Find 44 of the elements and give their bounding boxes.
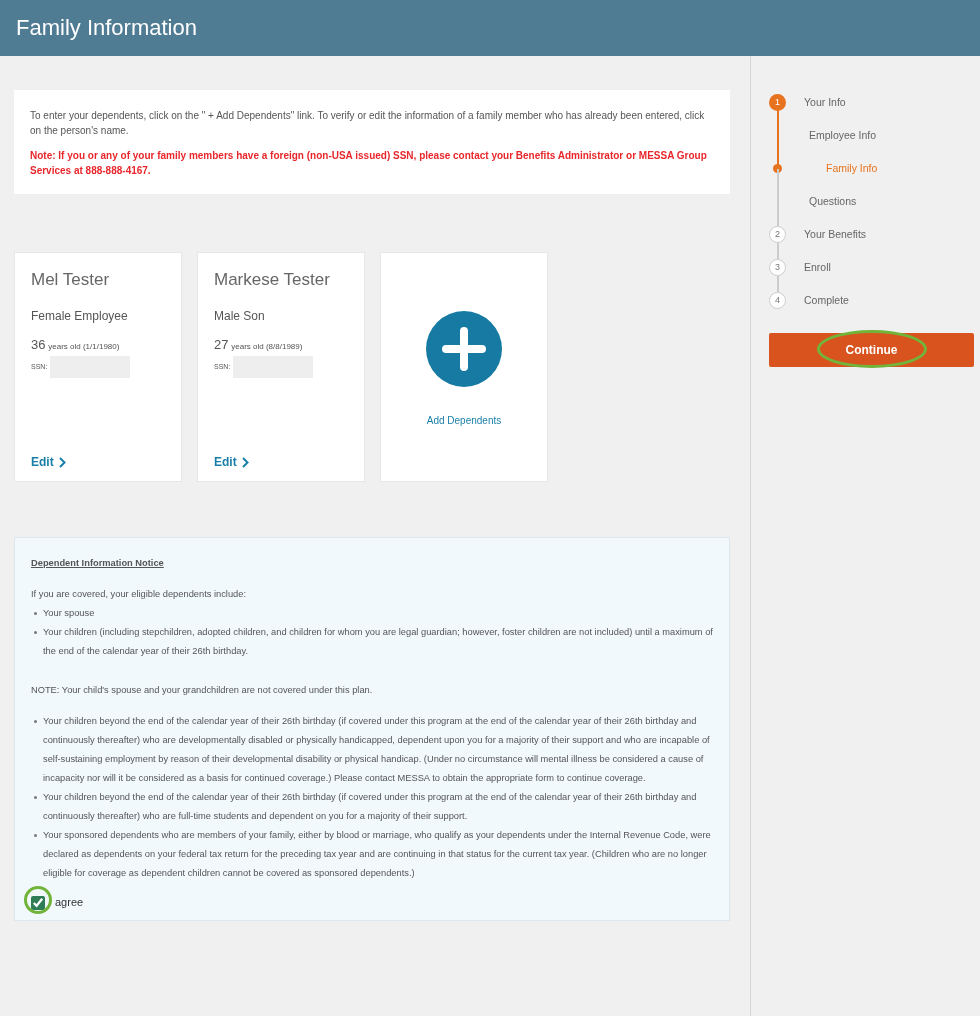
birth-date-text: years old (8/8/1989) <box>231 341 303 351</box>
bullet-text: Your children beyond the end of the calendar year of their 26th birthday (if covered under this program at the end of the calendar year of their 26th birthday and continuously thereafter) who are full-time students and dependent on you for a majority of their support. <box>43 791 698 823</box>
step-label[interactable]: Your Info <box>804 94 846 111</box>
step-number: 1 <box>769 94 786 111</box>
edit-link[interactable]: Edit <box>31 453 66 471</box>
page-title: Family Information <box>16 14 197 42</box>
chevron-icon <box>241 456 249 468</box>
continue-button[interactable]: Continue <box>769 333 974 367</box>
agree-label: agree <box>55 895 84 910</box>
person-name[interactable]: Markese Tester <box>214 267 348 293</box>
relation-text: Male Son <box>214 307 266 325</box>
step-number: 4 <box>769 292 786 309</box>
add-icon[interactable] <box>426 310 502 387</box>
add-dependents-link[interactable]: Add Dependents <box>426 412 502 428</box>
ssn-note: Note: If you or any of your family members have a foreign (non-USA issued) SSN, please contact your Benefits Administrator or MESSA Group Services at 888-888-4167. <box>30 149 708 178</box>
edit-link[interactable]: Edit <box>214 453 249 471</box>
bullet-text: Your children beyond the end of the calendar year of their 26th birthday (if covered under this program at the end of the calendar year of their 26th birthday and continuously thereafter) who are developmentally disabled or physically handicapped, dependent upon you for a majority of their support and who are incapable of self-sustaining employment by reason of their developmental disability or physical handicap. (Under no circumstance will mental illness be considered a cause of incapacity nor will it be considered as a basis for continued coverage.) Please contact MESSA to obtain the appropriate form to continue coverage. <box>43 715 711 785</box>
step-number: 3 <box>769 259 786 276</box>
step-label[interactable]: Complete <box>804 292 849 309</box>
step-label[interactable]: Your Benefits <box>804 226 867 243</box>
substep-label[interactable]: Employee Info <box>809 127 877 144</box>
person-name[interactable]: Mel Tester <box>31 267 165 293</box>
substep-label[interactable]: Family Info <box>826 160 878 177</box>
bullet-text: Your children (including stepchildren, adopted children, and children for whom you are legal guardian; however, foster children are not included) until a maximum of the end of the calendar year of their 26th birthday. <box>43 626 713 658</box>
age-number: 27 <box>214 336 229 352</box>
intro-text: To enter your dependents, click on the " + Add Dependents" link. To verify or edit the information of a family member who has already been entered, click on the person's name. <box>30 109 706 138</box>
bullet-icon <box>34 720 37 723</box>
bullet-icon <box>34 612 37 615</box>
bullet-icon <box>34 834 37 837</box>
chevron-icon <box>58 456 66 468</box>
bullet-text: Your sponsored dependents who are members of your family, either by blood or marriage, who qualify as your dependents under the Internal Revenue Code, were declared as dependents on your federal tax return for the preceding tax year and are continuing in that status for the current tax year. (Children who are no longer eligible for coverage as dependent children cannot be covered as sponsored dependents.) <box>43 829 712 880</box>
relation-text: Female Employee <box>31 307 129 325</box>
notice-heading: Dependent Information Notice <box>31 557 165 570</box>
step-number: 2 <box>769 226 786 243</box>
birth-date-text: years old (1/1/1980) <box>48 341 120 351</box>
notice-note: NOTE: Your child's spouse and your grandchildren are not covered under this plan. <box>31 684 374 697</box>
notice-intro: If you are covered, your eligible dependents include: <box>31 588 247 601</box>
age-number: 36 <box>31 336 46 352</box>
bullet-text: Your spouse <box>43 607 95 620</box>
bullet-icon <box>34 796 37 799</box>
substep-label[interactable]: Questions <box>809 193 857 210</box>
bullet-icon <box>34 631 37 634</box>
agree-checkbox[interactable] <box>31 895 45 910</box>
step-label[interactable]: Enroll <box>804 259 831 276</box>
